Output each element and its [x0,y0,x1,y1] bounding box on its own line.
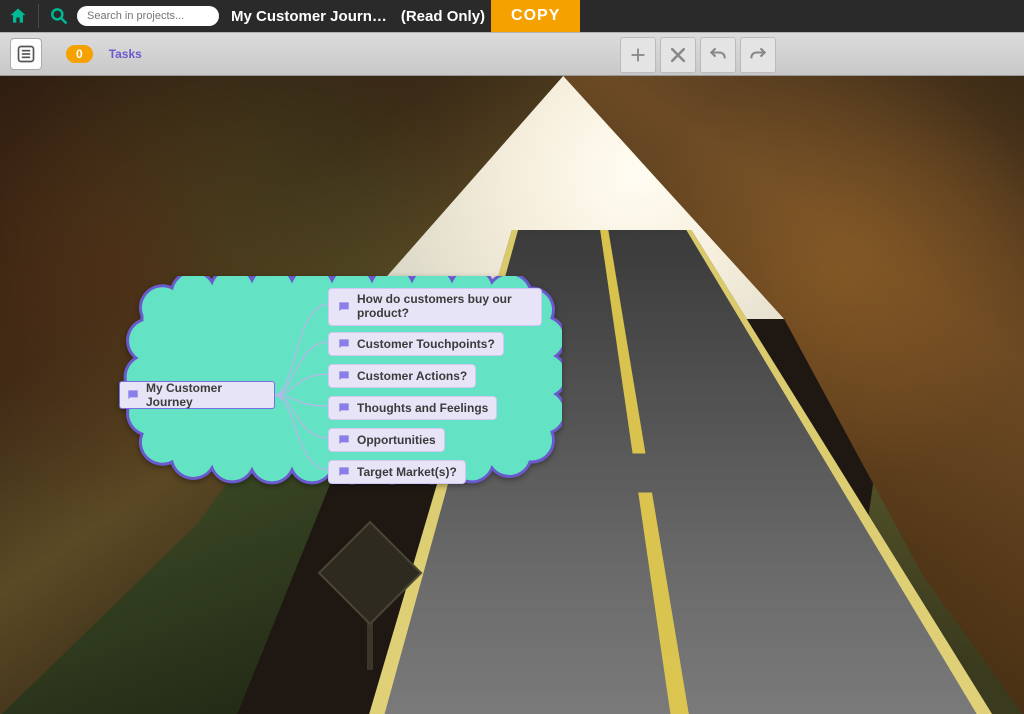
topbar: My Customer Journ… (Read Only) COPY [0,0,1024,32]
note-icon [337,369,351,383]
separator [38,4,39,28]
toolbar: 0 Tasks [0,32,1024,76]
note-icon [337,433,351,447]
note-icon [126,388,140,402]
road-sign [330,536,410,656]
toolbar-actions [620,37,776,73]
project-title: My Customer Journ… [231,8,387,25]
home-icon[interactable] [6,4,30,28]
delete-button[interactable] [660,37,696,73]
outline-panel-button[interactable] [10,38,42,70]
mindmap-branch-node[interactable]: Thoughts and Feelings [328,396,497,420]
mindmap-branch-label: Customer Actions? [357,369,467,383]
mindmap-branch-label: Thoughts and Feelings [357,401,488,415]
note-icon [337,300,351,314]
note-icon [337,465,351,479]
mindmap-branch-node[interactable]: How do customers buy our product? [328,288,542,326]
mindmap-root-node[interactable]: My Customer Journey [119,381,275,409]
canvas[interactable]: My Customer Journey How do customers buy… [0,76,1024,714]
search-input[interactable] [85,9,211,23]
add-button[interactable] [620,37,656,73]
mindmap-cloud: My Customer Journey How do customers buy… [102,276,562,512]
mindmap-branch-label: Target Market(s)? [357,465,457,479]
task-count-badge: 0 [66,45,93,63]
search-field-wrap [77,6,219,26]
note-icon [337,401,351,415]
mindmap-branch-label: Customer Touchpoints? [357,337,495,351]
copy-button[interactable]: COPY [491,0,580,32]
mindmap-branch-label: Opportunities [357,433,436,447]
note-icon [337,337,351,351]
mindmap-branch-node[interactable]: Target Market(s)? [328,460,466,484]
redo-button[interactable] [740,37,776,73]
mindmap-branch-label: How do customers buy our product? [357,293,533,321]
tasks-link[interactable]: Tasks [109,47,142,61]
mindmap-branch-node[interactable]: Opportunities [328,428,445,452]
mindmap-branch-node[interactable]: Customer Touchpoints? [328,332,504,356]
mindmap-root-label: My Customer Journey [146,381,268,409]
undo-button[interactable] [700,37,736,73]
readonly-label: (Read Only) [401,8,485,25]
mindmap-branch-node[interactable]: Customer Actions? [328,364,476,388]
search-icon[interactable] [47,4,71,28]
